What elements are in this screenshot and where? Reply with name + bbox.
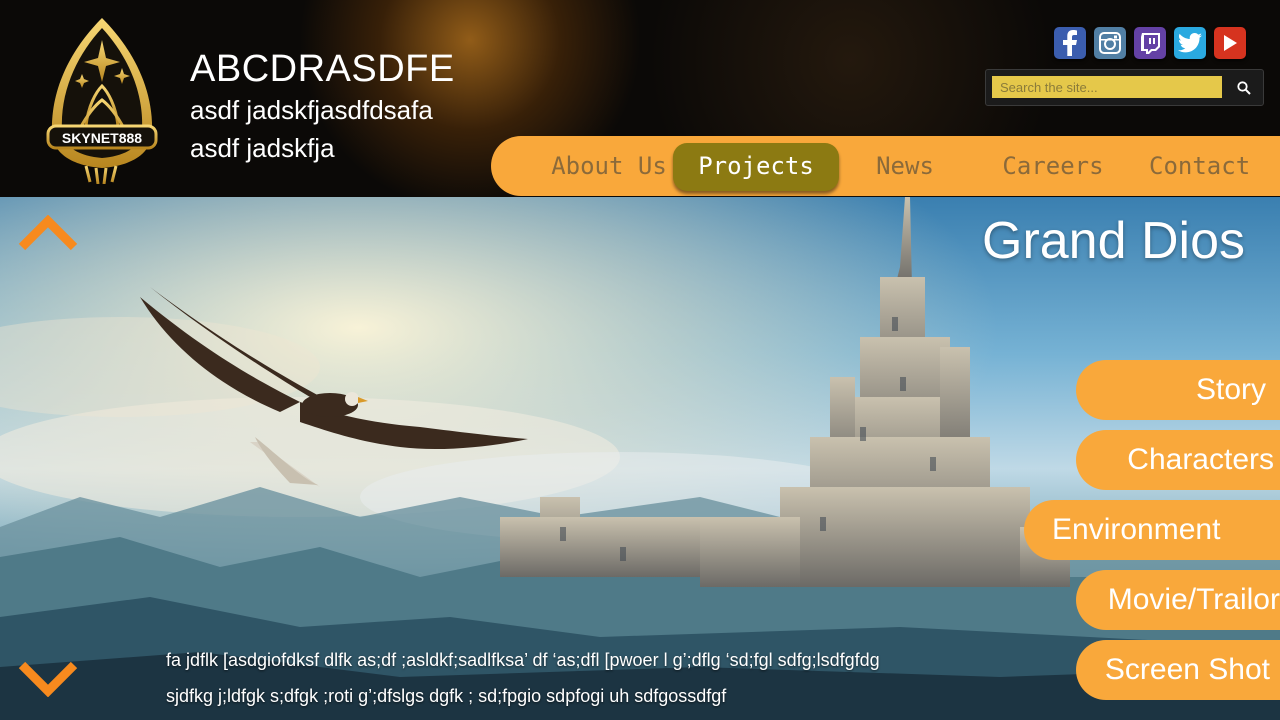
search-button[interactable] (1227, 72, 1261, 103)
nav-news[interactable]: News (863, 143, 947, 191)
side-menu-screen-shot[interactable]: Screen Shot (1076, 640, 1280, 700)
scroll-up-arrow-icon[interactable] (18, 214, 78, 251)
nav-careers[interactable]: Careers (995, 143, 1111, 191)
search-bar (985, 69, 1264, 106)
nav-about-us[interactable]: About Us (549, 143, 669, 191)
search-icon (1237, 80, 1251, 95)
side-menu-environment[interactable]: Environment (1024, 500, 1280, 560)
site-subtitle-line2: asdf jadskfja (190, 133, 335, 163)
side-menu-story[interactable]: Story (1076, 360, 1280, 420)
scroll-down-arrow-icon[interactable] (18, 661, 78, 698)
hero-banner: Grand Dios Story Characters Environment … (0, 197, 1280, 720)
site-title: ABCDRASDFE (190, 48, 455, 90)
hero-description-line1: fa jdflk [asdgiofdksf dlfk as;df ;asldkf… (166, 650, 880, 670)
youtube-icon[interactable] (1214, 27, 1246, 59)
site-header: SKYNET888 ABCDRASDFE asdf jadskfjasdfdsa… (0, 0, 1280, 197)
twitter-icon[interactable] (1174, 27, 1206, 59)
side-menu-characters[interactable]: Characters (1076, 430, 1280, 490)
site-subtitle-line1: asdf jadskfjasdfdsafa (190, 95, 433, 125)
side-menu-movie-trailor[interactable]: Movie/Trailor (1076, 570, 1280, 630)
nav-projects[interactable]: Projects (673, 143, 839, 191)
skynet888-logo[interactable]: SKYNET888 (46, 16, 158, 185)
logo-text: SKYNET888 (61, 130, 143, 146)
instagram-icon[interactable] (1094, 27, 1126, 59)
facebook-icon[interactable] (1054, 27, 1086, 59)
search-input[interactable] (992, 76, 1222, 98)
hero-description-line2: sjdfkg j;ldfgk s;dfgk ;roti g’;dfslgs dg… (166, 686, 727, 706)
nav-contact[interactable]: Contact (1149, 143, 1250, 191)
main-nav: About Us Projects News Careers Contact (491, 136, 1280, 196)
twitch-icon[interactable] (1134, 27, 1166, 59)
hero-title: Grand Dios (982, 212, 1245, 270)
